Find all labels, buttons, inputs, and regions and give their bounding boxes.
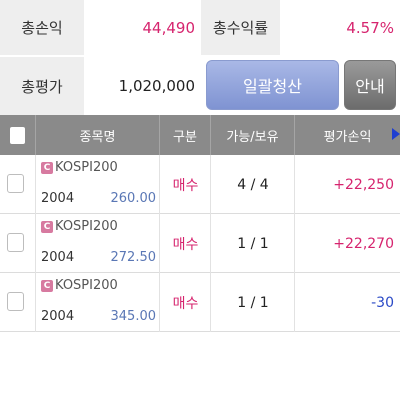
instrument-name: KOSPI200 <box>55 219 118 234</box>
liquidate-all-button[interactable]: 일괄청산 <box>206 60 339 110</box>
table-row[interactable]: C KOSPI200 2004 272.50 매수 1 / 1 +22,270 <box>0 214 400 273</box>
instrument-code: 2004 <box>41 191 75 206</box>
position-side: 매수 <box>172 295 199 312</box>
total-pl-value: 44,490 <box>84 0 201 55</box>
total-return-value: 4.57% <box>280 0 400 55</box>
table-row[interactable]: C KOSPI200 2004 345.00 매수 1 / 1 -30 <box>0 273 400 332</box>
guide-button[interactable]: 안내 <box>344 60 396 110</box>
strike-price: 345.00 <box>110 309 157 324</box>
total-eval-value: 1,020,000 <box>84 57 201 115</box>
row-check-cell[interactable] <box>0 273 36 332</box>
header-name: 종목명 <box>36 115 160 155</box>
call-option-badge-icon: C <box>41 162 53 174</box>
table-row[interactable]: C KOSPI200 2004 260.00 매수 4 / 4 +22,250 <box>0 155 400 214</box>
header-pl: 평가손익 <box>323 129 372 145</box>
strike-price: 272.50 <box>110 250 157 265</box>
row-checkbox-icon[interactable] <box>7 233 24 252</box>
row-check-cell[interactable] <box>0 155 36 214</box>
position-pl: +22,270 <box>333 235 394 252</box>
position-side: 매수 <box>172 177 199 194</box>
select-all-checkbox-icon[interactable] <box>10 126 25 144</box>
instrument-name: KOSPI200 <box>55 278 118 293</box>
strike-price: 260.00 <box>110 191 157 206</box>
instrument-code: 2004 <box>41 309 75 324</box>
more-columns-arrow-icon[interactable] <box>392 128 400 140</box>
row-check-cell[interactable] <box>0 214 36 273</box>
total-pl-label: 총손익 <box>0 0 84 55</box>
select-all-cell[interactable] <box>0 115 36 155</box>
row-checkbox-icon[interactable] <box>7 174 24 193</box>
total-return-label: 총수익률 <box>201 0 280 55</box>
position-qty: 1 / 1 <box>237 235 269 252</box>
instrument-code: 2004 <box>41 250 75 265</box>
header-qty: 가능/보유 <box>211 115 295 155</box>
total-eval-label: 총평가 <box>0 57 84 115</box>
position-qty: 1 / 1 <box>237 294 269 311</box>
position-side: 매수 <box>172 236 199 253</box>
call-option-badge-icon: C <box>41 221 53 233</box>
summary-panel: 총손익 44,490 총수익률 4.57% 총평가 1,020,000 일괄청산… <box>0 0 400 115</box>
position-qty: 4 / 4 <box>237 176 269 193</box>
table-header: 종목명 구분 가능/보유 평가손익 <box>0 115 400 155</box>
call-option-badge-icon: C <box>41 280 53 292</box>
header-side: 구분 <box>160 115 211 155</box>
position-pl: -30 <box>371 294 394 311</box>
instrument-name: KOSPI200 <box>55 160 118 175</box>
position-pl: +22,250 <box>333 176 394 193</box>
row-checkbox-icon[interactable] <box>7 292 24 311</box>
